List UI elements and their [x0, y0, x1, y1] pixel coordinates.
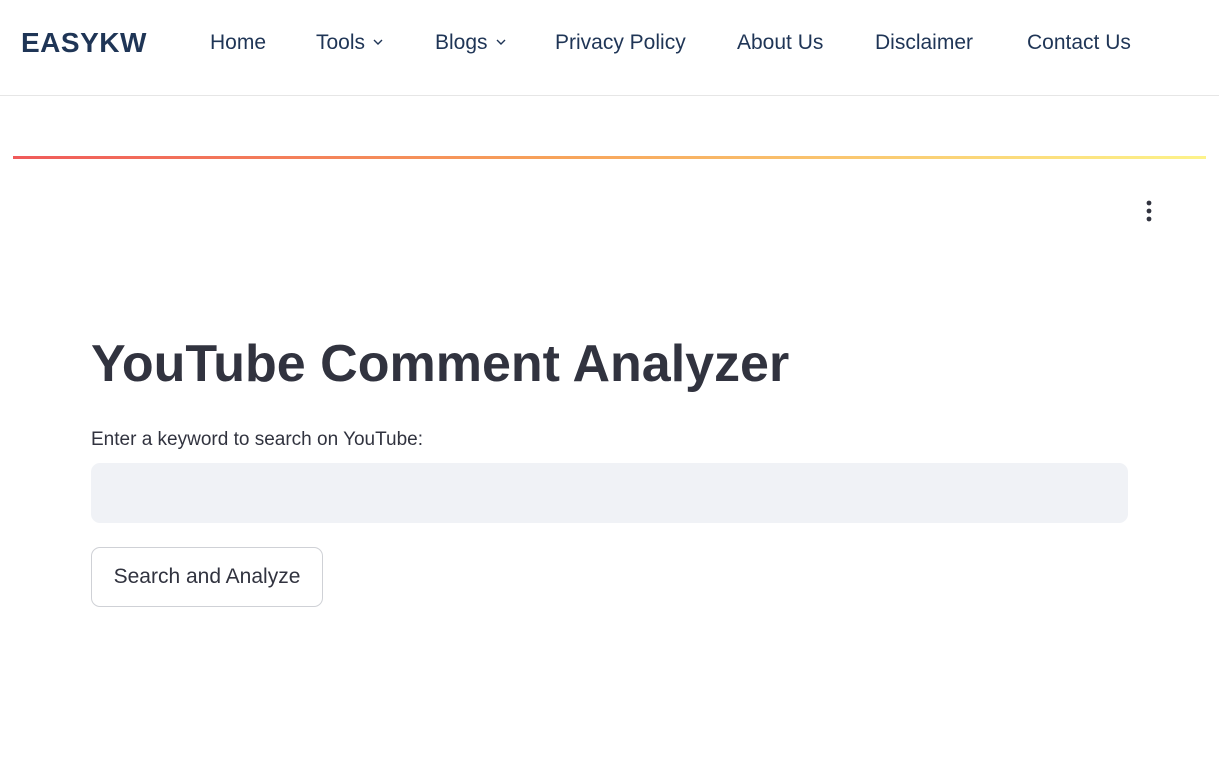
page-title: YouTube Comment Analyzer [91, 335, 790, 393]
chevron-down-icon [373, 27, 383, 53]
search-field-label: Enter a keyword to search on YouTube: [91, 429, 424, 450]
site-logo[interactable]: EASYKW [21, 26, 147, 60]
nav-item-blogs[interactable]: Blogs [435, 30, 506, 56]
nav-item-disclaimer[interactable]: Disclaimer [875, 30, 973, 56]
nav-item-home[interactable]: Home [210, 30, 266, 56]
nav-item-label: Contact Us [1027, 31, 1131, 54]
nav-item-privacy-policy[interactable]: Privacy Policy [555, 30, 686, 56]
chevron-down-icon [496, 27, 506, 53]
search-and-analyze-button[interactable]: Search and Analyze [91, 547, 323, 607]
top-navbar: EASYKW Home Tools Blogs Privacy Policy A… [0, 0, 1219, 96]
kebab-menu-icon[interactable] [1138, 197, 1160, 225]
nav-item-tools[interactable]: Tools [316, 30, 383, 56]
nav-item-contact-us[interactable]: Contact Us [1027, 30, 1131, 56]
header-decoration-line [13, 156, 1206, 159]
nav-item-label: About Us [737, 31, 824, 54]
nav-item-about-us[interactable]: About Us [737, 30, 823, 56]
nav-item-label: Blogs [435, 31, 488, 54]
nav-item-label: Disclaimer [875, 31, 974, 54]
search-input[interactable] [91, 463, 1128, 523]
nav-item-label: Tools [316, 31, 366, 54]
nav-item-label: Privacy Policy [555, 31, 686, 54]
nav-item-label: Home [210, 31, 267, 54]
